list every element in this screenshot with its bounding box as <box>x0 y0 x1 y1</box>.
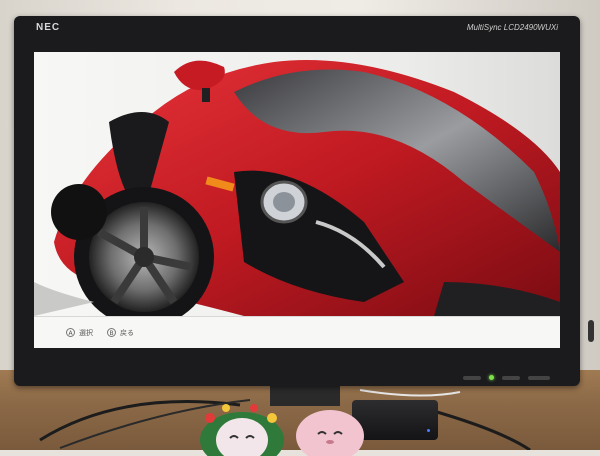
media-box-led <box>427 429 430 432</box>
side-button[interactable] <box>588 320 594 342</box>
menu-button[interactable] <box>463 375 481 380</box>
monitor-screen: A 選択 B 戻る <box>34 52 560 348</box>
power-led <box>489 375 494 380</box>
monitor-bezel: NEC MultiSync LCD2490WUXi A 選択 B 戻る <box>14 16 580 386</box>
monitor-controls <box>463 375 550 380</box>
hint-back-label: 戻る <box>120 328 134 337</box>
car-image <box>34 52 560 316</box>
monitor-model: MultiSync LCD2490WUXi <box>466 23 558 32</box>
a-button-icon: A <box>66 328 75 337</box>
b-button-icon: B <box>107 328 116 337</box>
plush-toy-left <box>200 404 284 456</box>
plush-toy-right <box>296 410 364 456</box>
power-button[interactable] <box>528 375 550 380</box>
hint-select-label: 選択 <box>79 328 93 337</box>
screen-hint-bar: A 選択 B 戻る <box>34 316 560 348</box>
input-button[interactable] <box>502 375 520 380</box>
hint-select: A 選択 <box>66 328 93 338</box>
monitor-brand: NEC <box>36 22 61 33</box>
hint-back: B 戻る <box>107 328 134 338</box>
